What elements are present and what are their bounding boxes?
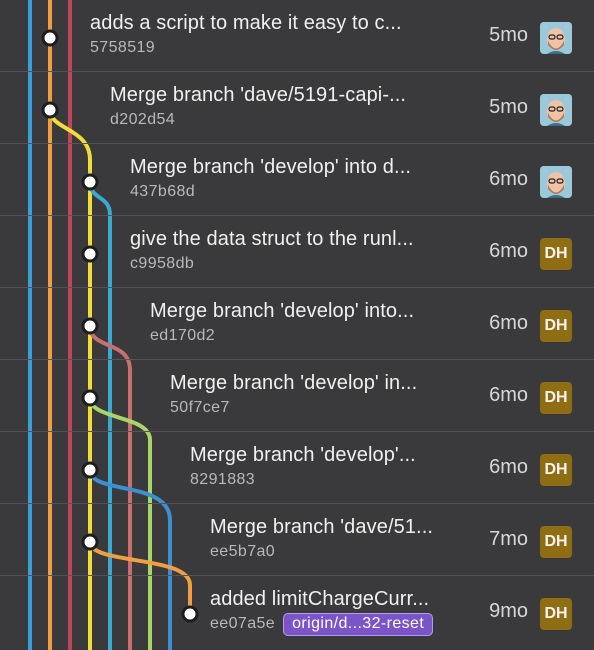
commit-message: give the data struct to the runl...	[130, 228, 414, 250]
commit-time: 6mo	[489, 168, 528, 190]
commit-time: 6mo	[489, 312, 528, 334]
author-avatar-initials: DH	[540, 382, 572, 414]
author-avatar-initials: DH	[540, 454, 572, 486]
commit-row[interactable]: Merge branch 'develop' into... ed170d2 6…	[0, 288, 594, 360]
branch-badge[interactable]: origin/d...32-reset	[283, 613, 434, 636]
commit-sha: ed170d2	[150, 327, 216, 344]
author-avatar-initials: DH	[540, 310, 572, 342]
commit-row[interactable]: Merge branch 'dave/5191-capi-... d202d54…	[0, 72, 594, 144]
commit-sha: 8291883	[190, 471, 256, 488]
commit-message: added limitChargeCurr...	[210, 588, 430, 610]
author-avatar-initials: DH	[540, 238, 572, 270]
commit-time: 5mo	[489, 96, 528, 118]
commit-message: Merge branch 'develop' into...	[150, 300, 415, 322]
commit-time: 9mo	[489, 600, 528, 622]
commit-row[interactable]: Merge branch 'develop'... 8291883 6mo DH	[0, 432, 594, 504]
commit-sha-text: ee07a5e	[210, 615, 276, 632]
commit-time: 6mo	[489, 384, 528, 406]
commit-message: Merge branch 'dave/51...	[210, 516, 434, 538]
commit-sha: ee07a5e origin/d...32-reset	[210, 613, 434, 638]
commit-time: 5mo	[489, 24, 528, 46]
commit-sha: 50f7ce7	[170, 399, 230, 416]
commit-row[interactable]: Merge branch 'develop' into d... 437b68d…	[0, 144, 594, 216]
commit-message: Merge branch 'develop'...	[190, 444, 416, 466]
commit-message: Merge branch 'develop' into d...	[130, 156, 412, 178]
avatar-face-icon	[540, 22, 572, 54]
avatar-face-icon	[540, 94, 572, 126]
author-avatar-initials: DH	[540, 598, 572, 630]
author-avatar-initials: DH	[540, 526, 572, 558]
avatar-face-icon	[540, 166, 572, 198]
commit-sha: c9958db	[130, 255, 195, 272]
commit-sha: ee5b7a0	[210, 543, 276, 560]
commit-message: Merge branch 'develop' in...	[170, 372, 418, 394]
commit-message: adds a script to make it easy to c...	[90, 12, 402, 34]
author-avatar-photo	[540, 166, 572, 198]
commit-message: Merge branch 'dave/5191-capi-...	[110, 84, 407, 106]
author-avatar-photo	[540, 22, 572, 54]
commit-row[interactable]: adds a script to make it easy to c... 57…	[0, 0, 594, 72]
commit-time: 7mo	[489, 528, 528, 550]
commit-sha: 437b68d	[130, 183, 196, 200]
commit-sha: d202d54	[110, 111, 176, 128]
commit-time: 6mo	[489, 456, 528, 478]
commit-row[interactable]: Merge branch 'dave/51... ee5b7a0 7mo DH	[0, 504, 594, 576]
author-avatar-photo	[540, 94, 572, 126]
commit-row[interactable]: added limitChargeCurr... ee07a5e origin/d…	[0, 576, 594, 648]
commit-time: 6mo	[489, 240, 528, 262]
commit-sha: 5758519	[90, 39, 156, 56]
commit-row[interactable]: Merge branch 'develop' in... 50f7ce7 6mo…	[0, 360, 594, 432]
commit-row[interactable]: give the data struct to the runl... c995…	[0, 216, 594, 288]
